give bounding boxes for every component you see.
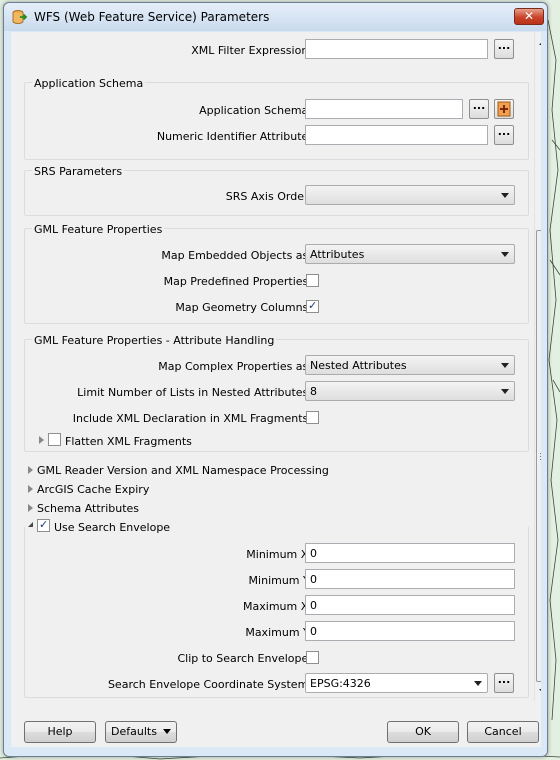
- minimum-x-label: Minimum X:: [246, 548, 312, 561]
- limit-lists-value: 8: [310, 385, 317, 398]
- maximum-x-input[interactable]: 0: [305, 595, 515, 615]
- close-button[interactable]: ✕: [514, 8, 544, 25]
- chevron-down-icon: [162, 729, 171, 734]
- scroll-down-arrow-icon[interactable]: [537, 684, 541, 698]
- complex-properties-select[interactable]: Nested Attributes: [305, 355, 515, 375]
- close-icon: ✕: [523, 9, 535, 23]
- srs-parameters-title: SRS Parameters: [32, 165, 125, 178]
- geometry-columns-label: Map Geometry Columns:: [175, 301, 312, 314]
- client-area: XML Filter Expression: ... Application S…: [11, 32, 541, 747]
- maximum-y-label: Maximum Y:: [245, 626, 312, 639]
- predefined-properties-label: Map Predefined Properties:: [163, 275, 312, 288]
- grip-line: [540, 459, 541, 460]
- scroll-up-arrow-icon[interactable]: [537, 36, 541, 50]
- coord-system-select[interactable]: EPSG:4326: [305, 673, 488, 693]
- parameters-scroll-area[interactable]: XML Filter Expression: ... Application S…: [19, 32, 541, 701]
- title-bar: WFS (Web Feature Service) Parameters ✕: [4, 3, 547, 31]
- geometry-columns-checkbox[interactable]: ✓: [306, 299, 319, 313]
- application-schema-input[interactable]: [305, 99, 463, 119]
- add-schema-button[interactable]: [494, 99, 514, 119]
- chevron-down-icon: [501, 363, 509, 368]
- section-label: Schema Attributes: [37, 502, 140, 515]
- ok-button[interactable]: OK: [387, 721, 459, 743]
- xml-filter-input[interactable]: [305, 39, 488, 59]
- flatten-xml-label: Flatten XML Fragments: [65, 435, 192, 448]
- dialog-window: WFS (Web Feature Service) Parameters ✕ X…: [3, 2, 548, 757]
- application-schema-title: Application Schema: [32, 77, 146, 90]
- defaults-button-label: Defaults: [111, 725, 157, 738]
- collapse-triangle-icon[interactable]: [28, 522, 33, 527]
- embedded-objects-value: Attributes: [310, 248, 365, 261]
- application-schema-browse-button[interactable]: ...: [469, 99, 489, 119]
- vertical-scrollbar[interactable]: [534, 32, 541, 701]
- clip-envelope-checkbox[interactable]: [306, 651, 319, 664]
- window-title: WFS (Web Feature Service) Parameters: [34, 10, 270, 24]
- cancel-button-label: Cancel: [484, 725, 522, 738]
- coord-system-browse-button[interactable]: ...: [494, 673, 514, 693]
- xml-filter-label: XML Filter Expression:: [191, 44, 312, 57]
- application-schema-group: Application Schema: [24, 77, 529, 160]
- numeric-id-label: Numeric Identifier Attribute:: [156, 130, 312, 143]
- minimum-y-label: Minimum Y:: [248, 574, 312, 587]
- chevron-down-icon: [474, 681, 482, 686]
- grip-line: [540, 453, 541, 454]
- xml-declaration-checkbox[interactable]: [306, 411, 319, 424]
- section-arcgis-cache-expiry[interactable]: ArcGIS Cache Expiry: [19, 480, 534, 499]
- complex-properties-value: Nested Attributes: [310, 359, 407, 372]
- help-button-label: Help: [47, 725, 73, 738]
- ok-button-label: OK: [415, 725, 431, 738]
- coord-system-label: Search Envelope Coordinate System:: [107, 678, 312, 691]
- embedded-objects-select[interactable]: Attributes: [305, 244, 515, 264]
- section-schema-attributes[interactable]: Schema Attributes: [19, 499, 534, 518]
- section-gml-reader-version[interactable]: GML Reader Version and XML Namespace Pro…: [19, 461, 534, 480]
- predefined-properties-checkbox[interactable]: [306, 274, 319, 287]
- expand-triangle-icon: [28, 504, 33, 512]
- defaults-button[interactable]: Defaults: [105, 721, 177, 743]
- chevron-down-icon: [501, 389, 509, 394]
- srs-axis-order-select[interactable]: [305, 185, 515, 205]
- application-schema-label: Application Schema:: [199, 104, 312, 117]
- section-label: GML Reader Version and XML Namespace Pro…: [37, 464, 329, 477]
- expand-triangle-icon: [28, 485, 33, 493]
- complex-properties-label: Map Complex Properties as:: [158, 360, 312, 373]
- limit-lists-select[interactable]: 8: [305, 381, 515, 401]
- chevron-down-icon: [501, 252, 509, 257]
- clip-envelope-label: Clip to Search Envelope:: [177, 652, 312, 665]
- fme-app-icon: [12, 10, 28, 24]
- srs-axis-order-label: SRS Axis Order:: [225, 190, 312, 203]
- cancel-button[interactable]: Cancel: [467, 721, 539, 743]
- maximum-y-input[interactable]: 0: [305, 621, 515, 641]
- checkmark-icon: ✓: [308, 299, 318, 312]
- chevron-down-icon: [501, 193, 509, 198]
- gml-feature-properties-title: GML Feature Properties: [32, 223, 165, 236]
- grip-line: [540, 456, 541, 457]
- add-icon: [497, 101, 511, 117]
- section-label: ArcGIS Cache Expiry: [37, 483, 150, 496]
- embedded-objects-label: Map Embedded Objects as:: [161, 249, 312, 262]
- scrollbar-thumb[interactable]: [536, 230, 541, 682]
- checkmark-icon: ✓: [39, 518, 49, 531]
- xml-declaration-label: Include XML Declaration in XML Fragments…: [72, 412, 312, 425]
- xml-filter-browse-button[interactable]: ...: [494, 39, 514, 59]
- gml-attribute-handling-title: GML Feature Properties - Attribute Handl…: [32, 334, 277, 347]
- maximum-x-label: Maximum X:: [243, 600, 312, 613]
- help-button[interactable]: Help: [24, 721, 96, 743]
- expand-triangle-icon[interactable]: [39, 436, 44, 444]
- use-search-envelope-checkbox[interactable]: ✓: [37, 518, 50, 532]
- limit-lists-label: Limit Number of Lists in Nested Attribut…: [77, 386, 312, 399]
- coord-system-value: EPSG:4326: [310, 677, 371, 690]
- numeric-id-browse-button[interactable]: ...: [494, 125, 514, 145]
- expand-triangle-icon: [28, 466, 33, 474]
- minimum-y-input[interactable]: 0: [305, 569, 515, 589]
- numeric-id-input[interactable]: [305, 125, 488, 145]
- use-search-envelope-label: Use Search Envelope: [54, 521, 171, 534]
- flatten-xml-checkbox[interactable]: [48, 433, 61, 446]
- minimum-x-input[interactable]: 0: [305, 543, 515, 563]
